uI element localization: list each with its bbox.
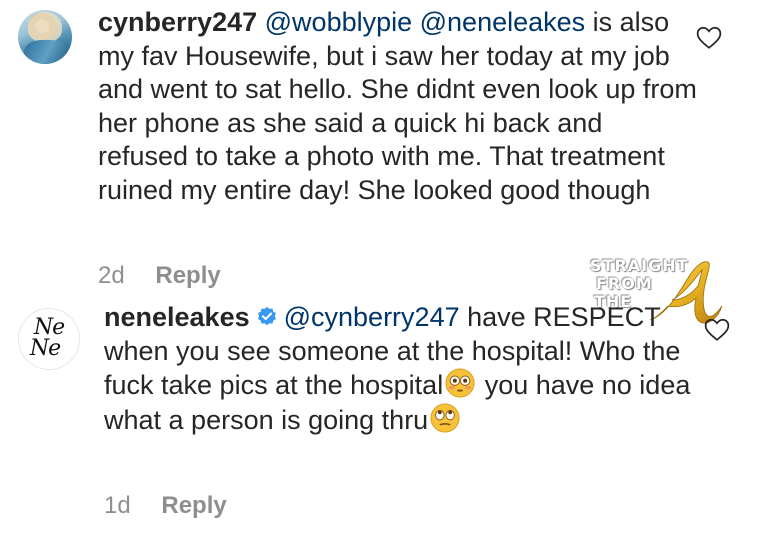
heart-icon[interactable]	[696, 26, 722, 50]
flushed-face-emoji-icon	[445, 368, 475, 398]
comment-meta: 1d Reply	[104, 492, 227, 520]
heart-icon[interactable]	[704, 318, 730, 342]
avatar-monogram: Ne	[29, 336, 61, 361]
comment-username[interactable]: neneleakes	[104, 302, 250, 332]
reply-button[interactable]: Reply	[155, 262, 220, 289]
comment-time[interactable]: 2d	[98, 262, 125, 289]
reply-button[interactable]: Reply	[161, 492, 226, 519]
comment-text: cynberry247 @wobblypie @neneleakes is al…	[98, 6, 698, 207]
avatar-hair	[28, 12, 62, 42]
comment-text: neneleakes @cynberry247 have RESPECT whe…	[104, 301, 704, 437]
avatar[interactable]: Ne Ne	[18, 308, 80, 370]
comment-time[interactable]: 1d	[104, 492, 131, 519]
comment-username[interactable]: cynberry247	[98, 7, 257, 37]
rolling-eyes-emoji-icon	[430, 402, 460, 433]
verified-badge-icon	[257, 306, 276, 326]
avatar-body	[24, 40, 68, 64]
comment-cynberry247: cynberry247 @wobblypie @neneleakes is al…	[0, 0, 768, 300]
watermark-line: FROM	[596, 274, 653, 293]
comment-meta: 2d Reply	[98, 262, 221, 290]
comment-mention[interactable]: @cynberry247	[284, 302, 460, 332]
avatar[interactable]	[18, 10, 72, 64]
comment-mentions[interactable]: @wobblypie @neneleakes	[265, 7, 586, 37]
